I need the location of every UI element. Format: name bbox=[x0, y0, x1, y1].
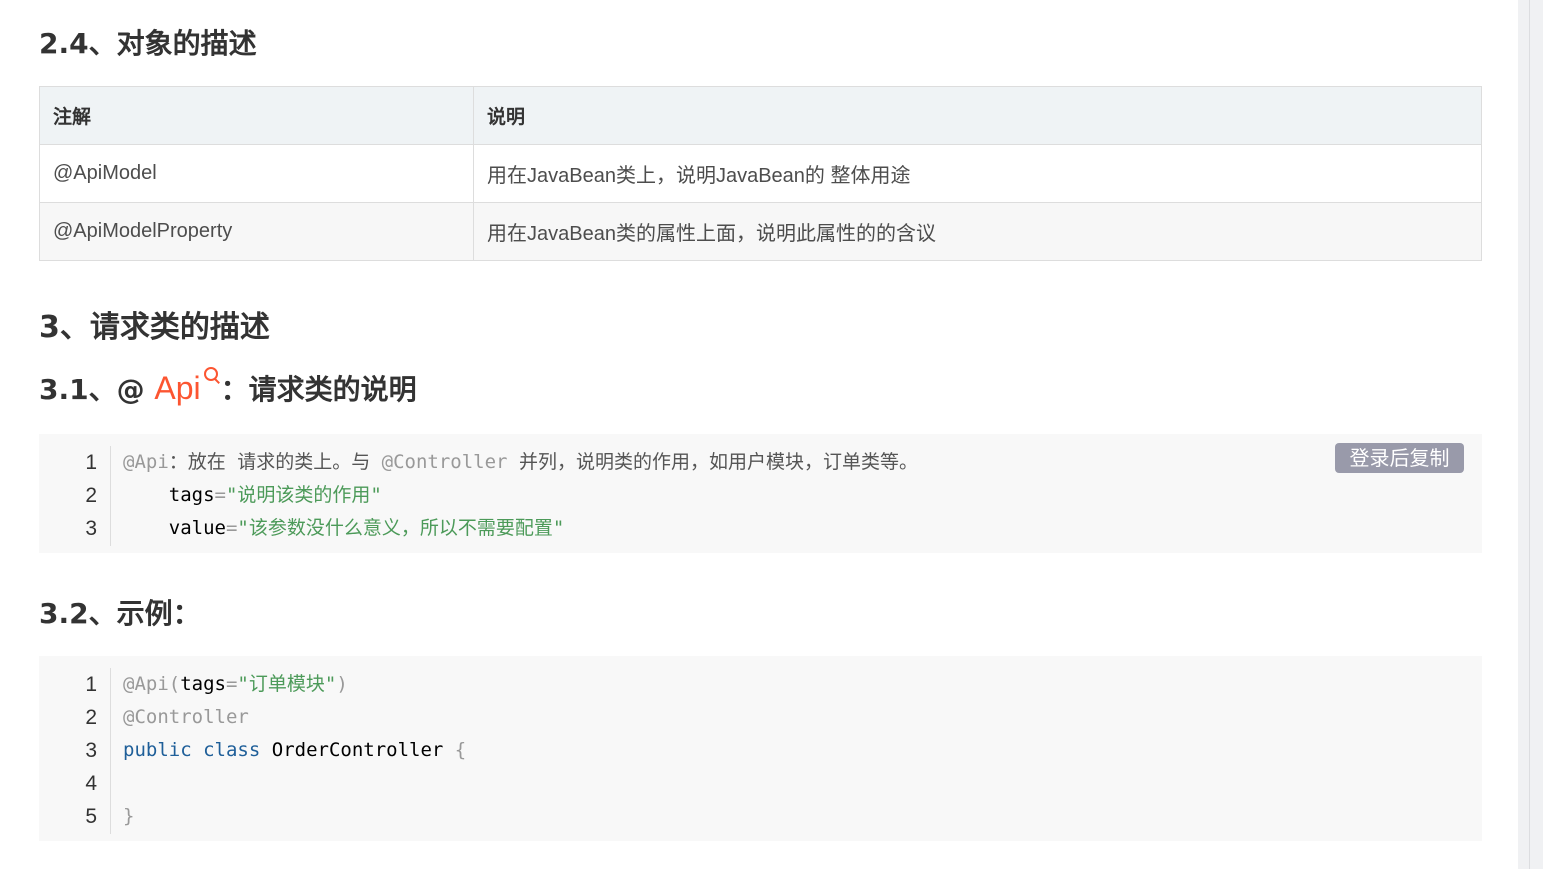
table-cell: 用在JavaBean类上，说明JavaBean的 整体用途 bbox=[473, 144, 1482, 203]
line-number: 2 bbox=[85, 706, 97, 729]
code-punctuation: = bbox=[214, 484, 226, 506]
table-cell: 用在JavaBean类的属性上面，说明此属性的的含议 bbox=[473, 202, 1482, 261]
code-line: public class OrderController { bbox=[123, 734, 466, 767]
code-annotation: @Api( bbox=[123, 673, 181, 695]
code-annotation: @Controller bbox=[381, 451, 508, 473]
code-string: "说明该类的作用" bbox=[225, 484, 382, 506]
code-key: tags bbox=[123, 484, 215, 506]
table-row: @ApiModel 用在JavaBean类上，说明JavaBean的 整体用途 bbox=[39, 144, 1482, 203]
code-punctuation: ) bbox=[336, 673, 348, 695]
code-line: } bbox=[123, 800, 466, 833]
code-block-example: 1 2 3 4 5 @Api(tags="订单模块") @Controller … bbox=[39, 656, 1482, 841]
code-class-name: OrderController bbox=[271, 739, 444, 761]
code-lines: @Api：放在 请求的类上。与 @Controller 并列，说明类的作用，如用… bbox=[123, 446, 918, 545]
section-heading-api: 3.1、@ Api ：请求类的说明 bbox=[39, 367, 417, 408]
code-punctuation: = bbox=[225, 673, 238, 695]
code-keyword: class bbox=[203, 739, 261, 761]
table-cell: @ApiModelProperty bbox=[39, 202, 474, 261]
line-numbers: 1 2 3 bbox=[39, 446, 111, 546]
search-icon bbox=[203, 366, 221, 384]
line-number: 1 bbox=[85, 451, 97, 474]
api-keyword-text: Api bbox=[154, 370, 201, 406]
annotation-table: 注解 说明 @ApiModel 用在JavaBean类上，说明JavaBean的… bbox=[39, 86, 1482, 261]
line-number: 4 bbox=[85, 772, 97, 795]
code-text: 并列，说明类的作用，如用户模块，订单类等。 bbox=[507, 451, 918, 473]
line-numbers: 1 2 3 4 5 bbox=[39, 668, 111, 834]
line-number: 3 bbox=[85, 517, 97, 540]
line-number: 3 bbox=[85, 739, 97, 762]
code-line: tags="说明该类的作用" bbox=[123, 479, 918, 512]
code-keyword: public bbox=[123, 739, 192, 761]
table-row: @ApiModelProperty 用在JavaBean类的属性上面，说明此属性… bbox=[39, 202, 1482, 261]
table-header-annotation: 注解 bbox=[39, 86, 474, 145]
divider bbox=[1529, 0, 1530, 869]
section-heading-request-desc: 3、请求类的描述 bbox=[39, 310, 270, 345]
right-gutter bbox=[1518, 0, 1543, 869]
code-annotation: @Api bbox=[123, 451, 169, 473]
table-cell: @ApiModel bbox=[39, 144, 474, 203]
code-string: "订单模块" bbox=[237, 673, 337, 695]
line-number: 5 bbox=[85, 805, 97, 828]
line-number: 1 bbox=[85, 673, 97, 696]
code-string: "该参数没什么意义，所以不需要配置" bbox=[237, 517, 565, 539]
code-punctuation: = bbox=[225, 517, 238, 539]
copy-after-login-button[interactable]: 登录后复制 bbox=[1335, 443, 1464, 473]
code-brace: } bbox=[123, 805, 135, 827]
table-header-description: 说明 bbox=[473, 86, 1482, 145]
heading-prefix: 3.1、@ bbox=[39, 373, 155, 406]
code-key: tags bbox=[180, 673, 226, 695]
code-brace: { bbox=[454, 739, 467, 761]
heading-suffix: ：请求类的说明 bbox=[220, 373, 417, 406]
code-annotation: @Controller bbox=[123, 706, 249, 728]
section-heading-object-desc: 2.4、对象的描述 bbox=[39, 27, 257, 60]
code-line: value="该参数没什么意义，所以不需要配置" bbox=[123, 512, 918, 545]
code-line: @Controller bbox=[123, 701, 466, 734]
article-content: 2.4、对象的描述 注解 说明 @ApiModel 用在JavaBean类上，说… bbox=[0, 0, 1518, 869]
code-lines: @Api(tags="订单模块") @Controller public cla… bbox=[123, 668, 466, 833]
code-line: @Api(tags="订单模块") bbox=[123, 668, 466, 701]
api-keyword-link[interactable]: Api bbox=[154, 367, 220, 406]
code-text: ：放在 请求的类上。与 bbox=[168, 451, 382, 473]
code-key: value bbox=[123, 517, 226, 539]
code-line: @Api：放在 请求的类上。与 @Controller 并列，说明类的作用，如用… bbox=[123, 446, 918, 479]
section-heading-example: 3.2、示例： bbox=[39, 597, 201, 630]
code-block-api: 1 2 3 @Api：放在 请求的类上。与 @Controller 并列，说明类… bbox=[39, 434, 1482, 553]
line-number: 2 bbox=[85, 484, 97, 507]
